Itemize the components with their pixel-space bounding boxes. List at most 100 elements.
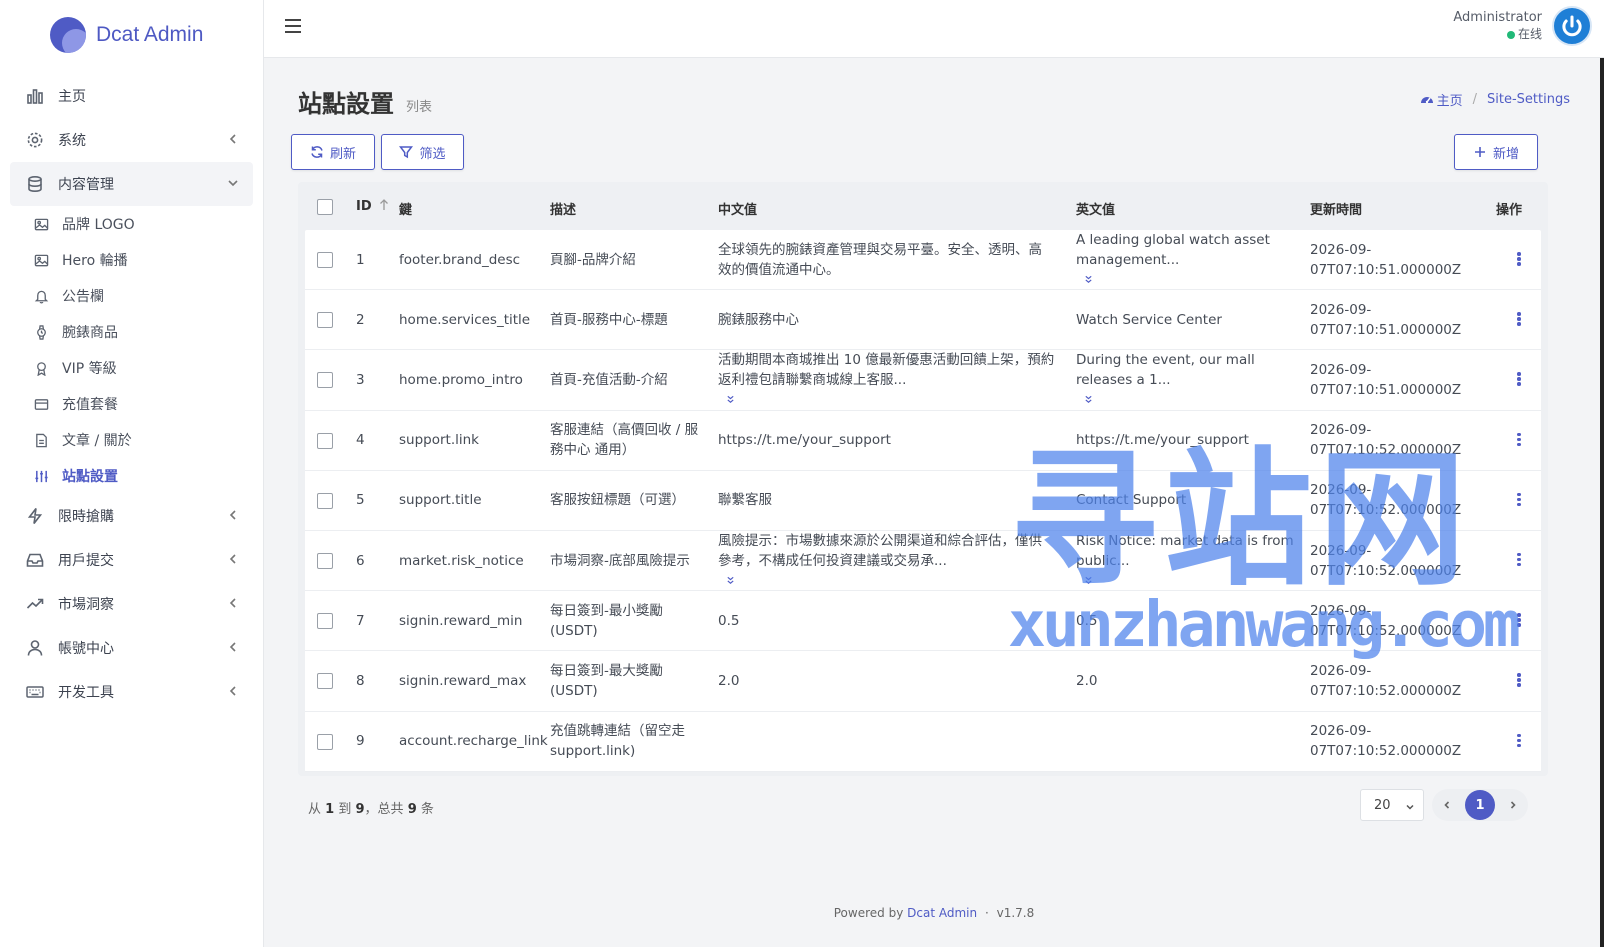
topbar: Administrator 在线	[264, 0, 1604, 58]
sidebar-item-label: 站點設置	[62, 469, 118, 485]
cell-desc-text: 客服按鈕標題（可選）	[550, 492, 685, 509]
sidebar-item-submissions[interactable]: 用戶提交	[10, 538, 253, 582]
sidebar-item-notice[interactable]: 公告欄	[10, 278, 253, 314]
page-button-current[interactable]: 1	[1465, 790, 1495, 820]
sidebar-item-watch[interactable]: 腕錶商品	[10, 314, 253, 350]
sidebar-item-label: 限時搶購	[58, 509, 114, 525]
user-status-text: 在线	[1517, 27, 1542, 41]
avatar[interactable]	[1552, 6, 1592, 46]
footer-link[interactable]: Dcat Admin	[907, 906, 977, 920]
column-header-id[interactable]: ID	[356, 199, 389, 214]
table-row[interactable]: 6 market.risk_notice 市場洞察-底部風險提示 風險提示：市場數據來…	[305, 531, 1541, 592]
row-actions-icon[interactable]	[1517, 613, 1521, 627]
expand-more-icon[interactable]	[1084, 576, 1093, 585]
row-checkbox[interactable]	[317, 492, 333, 509]
row-checkbox[interactable]	[317, 252, 333, 268]
sidebar-item-market[interactable]: 市場洞察	[10, 582, 253, 626]
sidebar-item-recharge[interactable]: 充值套餐	[10, 386, 253, 422]
sidebar-item-home[interactable]: 主页	[10, 74, 253, 118]
column-header-zh: 中文值	[718, 203, 758, 218]
row-checkbox[interactable]	[317, 733, 333, 750]
sidebar-item-flash-sale[interactable]: 限時搶購	[10, 494, 253, 538]
table-row[interactable]: 4 support.link 客服連結（高價回收 / 服務中心 通用） https:/…	[305, 411, 1541, 471]
database-icon	[28, 175, 42, 193]
table-row[interactable]: 5 support.title 客服按鈕標題（可選） 聯繫客服 Contact Supp…	[305, 471, 1541, 531]
cell-key: signin.reward_max	[399, 651, 526, 710]
row-actions-icon[interactable]	[1517, 372, 1521, 386]
brand-name: Dcat Admin	[96, 23, 204, 46]
table-row[interactable]: 9 account.recharge_link 充值跳轉連結（留空走 support.…	[305, 712, 1541, 772]
sidebar-item-vip[interactable]: VIP 等級	[10, 350, 253, 386]
page-size-select[interactable]: 20	[1360, 789, 1424, 821]
cell-en-line1: During the event, our mall	[1076, 351, 1255, 368]
brand[interactable]: Dcat Admin	[0, 0, 263, 70]
row-actions-icon[interactable]	[1517, 492, 1521, 507]
cell-zh-line1: 活動期間本商城推出 10 億最新優惠活動回饋上架，預約	[718, 351, 1055, 368]
row-checkbox[interactable]	[317, 552, 333, 569]
sidebar-item-system[interactable]: 系统	[10, 118, 253, 162]
prev-page-button[interactable]	[1438, 796, 1456, 814]
row-actions-icon[interactable]	[1517, 252, 1521, 266]
sidebar-item-brand-logo[interactable]: 品牌 LOGO	[10, 206, 253, 242]
menu-toggle-icon[interactable]	[284, 18, 302, 34]
row-checkbox[interactable]	[317, 613, 333, 630]
cell-desc-line1: 每日簽到-最大獎勵	[550, 662, 663, 679]
refresh-button[interactable]: 刷新	[291, 134, 375, 170]
cell-updated-line1: 2026-09-	[1310, 422, 1372, 439]
filter-button[interactable]: 筛选	[381, 134, 464, 170]
cell-zh: 2.0	[718, 651, 1068, 710]
cell-en-line2: releases a 1...	[1076, 370, 1255, 410]
cell-updated-line1: 2026-09-	[1310, 482, 1372, 499]
expand-more-icon[interactable]	[1084, 275, 1093, 284]
table-row[interactable]: 1 footer.brand_desc 頁腳-品牌介紹 全球領先的腕錶資產管理與交易平…	[305, 230, 1541, 291]
cell-updated: 2026-09- 07T07:10:51.000000Z	[1310, 230, 1461, 289]
cell-key-text: signin.reward_max	[399, 672, 527, 689]
select-all-checkbox[interactable]	[317, 199, 333, 215]
breadcrumb-home[interactable]: 主页	[1437, 90, 1463, 109]
cell-zh-line2-text: 效的價值流通中心。	[718, 261, 840, 278]
cell-updated-line1: 2026-09-	[1310, 542, 1372, 559]
filter-label: 筛选	[419, 146, 446, 162]
table-row[interactable]: 7 signin.reward_min 每日簽到-最小獎勵 (USDT) 0.5 0.5 2…	[305, 591, 1541, 652]
sidebar-item-hero[interactable]: Hero 輪播	[10, 242, 253, 278]
create-button[interactable]: 新增	[1454, 134, 1538, 170]
sidebar-item-content[interactable]: 内容管理	[10, 162, 253, 206]
table-row[interactable]: 8 signin.reward_max 每日簽到-最大獎勵 (USDT) 2.0 2.0 2…	[305, 651, 1541, 712]
bell-icon	[34, 290, 49, 303]
sidebar-item-account[interactable]: 帳號中心	[10, 626, 253, 670]
cell-en-text: https://t.me/your_support	[1076, 432, 1249, 449]
column-header-key: 鍵	[399, 203, 413, 218]
sidebar-item-label: 文章 / 關於	[62, 433, 132, 449]
row-actions-icon[interactable]	[1517, 673, 1521, 687]
chevron-down-icon	[228, 180, 238, 187]
sidebar-item-articles[interactable]: 文章 / 關於	[10, 422, 253, 458]
row-checkbox[interactable]	[317, 372, 333, 389]
row-checkbox[interactable]	[317, 432, 333, 449]
pagination-text-unit: 条	[420, 802, 434, 817]
cell-zh-text: 2.0	[718, 672, 740, 689]
user-icon	[27, 640, 43, 656]
user-menu[interactable]: Administrator 在线	[1453, 6, 1592, 46]
row-actions-icon[interactable]	[1517, 733, 1521, 748]
row-actions-icon[interactable]	[1517, 432, 1521, 447]
expand-more-icon[interactable]	[726, 395, 735, 404]
cell-id-text: 6	[356, 552, 365, 569]
row-actions-icon[interactable]	[1517, 552, 1521, 567]
cell-key: account.recharge_link	[399, 712, 548, 771]
table-row[interactable]: 2 home.services_title 首頁-服務中心-標題 腕錶服務中心 Watc…	[305, 290, 1541, 351]
row-checkbox[interactable]	[317, 673, 333, 690]
column-header-actions: 操作	[1496, 203, 1523, 218]
logo-icon	[50, 17, 86, 53]
expand-more-icon[interactable]	[1084, 395, 1093, 404]
sidebar-item-dev-tools[interactable]: 开发工具	[10, 670, 253, 714]
cell-zh-line2-text: 返利禮包請聯繫商城線上客服...	[718, 371, 907, 388]
next-page-button[interactable]	[1504, 796, 1522, 814]
expand-more-icon[interactable]	[726, 576, 735, 585]
row-checkbox[interactable]	[317, 312, 333, 329]
sidebar-item-site-settings[interactable]: 站點設置	[10, 458, 253, 494]
user-name: Administrator	[1453, 10, 1542, 25]
table-row[interactable]: 3 home.promo_intro 首頁-充值活動-介紹 活動期間本商城推出 10 …	[305, 350, 1541, 411]
row-actions-icon[interactable]	[1517, 312, 1521, 326]
cell-en-text: Contact Support	[1076, 492, 1187, 509]
sort-arrow-icon[interactable]	[379, 199, 389, 211]
